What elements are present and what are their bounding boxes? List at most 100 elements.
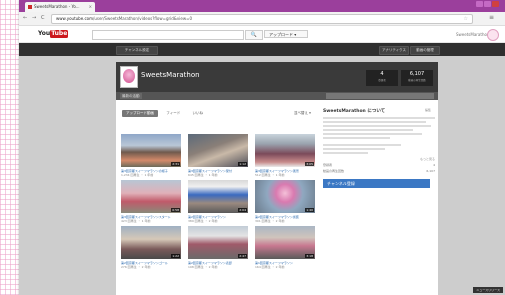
video-thumbnail[interactable]: 2:31 xyxy=(121,134,181,167)
url-field[interactable]: www.youtube.com/user/SweetsMarathon/vide… xyxy=(51,14,473,24)
video-meta: 164 回再生 ・ 2 年前 xyxy=(255,265,285,269)
video-meta: 512 回再生 ・ 1 年前 xyxy=(255,173,285,177)
video-meta: 645 回再生 ・ 1 年前 xyxy=(188,173,218,177)
video-meta: 389 回再生 ・ 2 年前 xyxy=(188,219,218,223)
video-item[interactable]: 2:31 第3回京都スイーツマラソンの様子 1,234 回再生 ・ 1 年前 xyxy=(121,134,181,177)
subscriber-stat: 4 登録者 xyxy=(366,70,398,86)
duration-badge: 0:58 xyxy=(171,208,180,212)
video-thumbnail[interactable]: 2:04 xyxy=(188,180,248,213)
channel-title: SweetsMarathon xyxy=(141,71,200,79)
logo-tube: Tube xyxy=(50,30,69,38)
channel-tabs: 最新の活動 xyxy=(116,92,438,100)
tab-title: SweetsMarathon - Yo... xyxy=(34,4,80,9)
tab-close-icon[interactable]: × xyxy=(89,4,92,9)
channel-icon[interactable] xyxy=(120,66,138,88)
duration-badge: 2:31 xyxy=(171,162,180,166)
minimize-button[interactable] xyxy=(476,1,483,7)
maximize-button[interactable] xyxy=(484,1,491,7)
url-host: www.youtube.com xyxy=(56,16,93,21)
duration-badge: 1:12 xyxy=(238,162,247,166)
video-thumbnail[interactable]: 0:58 xyxy=(121,180,181,213)
tab-activity[interactable]: 最新の活動 xyxy=(120,93,142,99)
channel-search-input[interactable] xyxy=(326,93,434,99)
video-meta: 276 回再生 ・ 2 年前 xyxy=(121,265,151,269)
back-icon[interactable]: ← xyxy=(23,15,27,21)
stat-value: 4 xyxy=(433,163,435,167)
views-stat: 6,107 動画の再生回数 xyxy=(401,70,433,86)
video-meta: 301 回再生 ・ 2 年前 xyxy=(255,219,285,223)
channel-header: SweetsMarathon 4 登録者 6,107 動画の再生回数 xyxy=(116,62,438,92)
reload-icon[interactable]: C xyxy=(41,15,45,21)
search-icon: 🔍 xyxy=(250,32,258,38)
video-thumbnail[interactable]: 1:22 xyxy=(121,226,181,259)
video-item[interactable]: 2:04 第2回京都スイーツマラソン 389 回再生 ・ 2 年前 xyxy=(188,180,248,223)
video-item[interactable]: 1:12 第3回京都スイーツマラソン受付 645 回再生 ・ 1 年前 xyxy=(188,134,248,177)
video-item[interactable]: 3:05 第3回京都スイーツマラソン風景 512 回再生 ・ 1 年前 xyxy=(255,134,315,177)
video-meta: 1,234 回再生 ・ 1 年前 xyxy=(121,173,154,177)
tab-uploads[interactable]: アップロード動画 xyxy=(122,110,158,117)
duration-badge: 2:47 xyxy=(238,254,247,258)
tab-bar: SweetsMarathon - Yo... × xyxy=(19,0,505,12)
youtube-logo[interactable]: YouTube xyxy=(38,30,69,38)
window-controls xyxy=(475,1,501,9)
channel-settings-button[interactable]: チャンネル設定 xyxy=(116,46,158,55)
favicon-icon xyxy=(28,5,32,9)
edit-link[interactable]: 編集 xyxy=(425,108,431,112)
browser-window: SweetsMarathon - Yo... × ← → C www.youtu… xyxy=(19,0,505,295)
browser-tab[interactable]: SweetsMarathon - Yo... × xyxy=(25,2,95,12)
stat-row: 動画の再生回数 6,107 xyxy=(323,169,435,173)
tab-feed[interactable]: フィード xyxy=(162,110,184,117)
video-meta: 198 回再生 ・ 2 年前 xyxy=(188,265,218,269)
video-manager-button[interactable]: 動画の管理 xyxy=(410,46,440,55)
search-button[interactable]: 🔍 xyxy=(245,30,263,40)
video-thumbnail[interactable]: 3:18 xyxy=(255,226,315,259)
stat-value: 6,107 xyxy=(409,71,425,77)
address-bar-row: ← → C www.youtube.com/user/SweetsMaratho… xyxy=(19,12,505,26)
wrench-icon[interactable]: ≡ xyxy=(489,14,494,21)
stat-row: 登録者 4 xyxy=(323,163,435,167)
video-item[interactable]: 0:58 第3回京都スイーツマラソンスタート 423 回再生 ・ 1 年前 xyxy=(121,180,181,223)
duration-badge: 3:05 xyxy=(305,162,314,166)
avatar[interactable] xyxy=(487,29,499,41)
analytics-button[interactable]: アナリティクス xyxy=(379,46,409,55)
video-item[interactable]: 1:22 第2回京都スイーツマラソンゴール 276 回再生 ・ 2 年前 xyxy=(121,226,181,269)
video-item[interactable]: 1:40 第2回京都スイーツマラソン仮装 301 回再生 ・ 2 年前 xyxy=(255,180,315,223)
tab-likes[interactable]: いいね xyxy=(189,110,208,117)
duration-badge: 3:18 xyxy=(305,254,314,258)
youtube-masthead: YouTube 🔍 アップロード ▾ SweetsMarathon xyxy=(19,26,505,43)
video-item[interactable]: 2:47 第2回京都スイーツマラソン表彰 198 回再生 ・ 2 年前 xyxy=(188,226,248,269)
account-name[interactable]: SweetsMarathon xyxy=(456,32,489,37)
video-thumbnail[interactable]: 2:47 xyxy=(188,226,248,259)
page-background: SweetsMarathon 4 登録者 6,107 動画の再生回数 最新の活動… xyxy=(19,56,505,295)
video-thumbnail[interactable]: 1:12 xyxy=(188,134,248,167)
stat-value: 6,107 xyxy=(426,169,435,173)
stat-value: 4 xyxy=(380,71,384,77)
channel-logo-icon xyxy=(123,69,135,83)
stat-key: 登録者 xyxy=(323,163,333,167)
more-link[interactable]: もっと見る xyxy=(323,157,435,161)
video-thumbnail[interactable]: 3:05 xyxy=(255,134,315,167)
url-path: /user/SweetsMarathon/videos?flow=grid&vi… xyxy=(93,16,193,21)
sort-dropdown[interactable]: 並べ替え ▾ xyxy=(294,111,311,116)
about-panel: SweetsMarathon について 編集 もっと見る 登録者 4 動画の再生回… xyxy=(323,108,435,188)
duration-badge: 2:04 xyxy=(238,208,247,212)
stat-label: 登録者 xyxy=(378,79,386,82)
video-tabs: アップロード動画 フィード いいね xyxy=(122,110,210,118)
about-description xyxy=(323,117,435,154)
stat-key: 動画の再生回数 xyxy=(323,169,345,173)
forward-icon[interactable]: → xyxy=(32,15,36,21)
channel-page: SweetsMarathon 4 登録者 6,107 動画の再生回数 最新の活動… xyxy=(116,62,438,295)
close-window-button[interactable] xyxy=(492,1,499,7)
video-thumbnail[interactable]: 1:40 xyxy=(255,180,315,213)
search-input[interactable] xyxy=(92,30,244,40)
bookmark-star-icon[interactable]: ☆ xyxy=(464,16,468,22)
channel-toolbar: チャンネル設定 アナリティクス 動画の管理 xyxy=(19,43,505,56)
subscribe-button[interactable]: チャンネル登録 xyxy=(323,179,430,188)
upload-button[interactable]: アップロード ▾ xyxy=(264,30,308,38)
about-title: SweetsMarathon について xyxy=(323,109,386,114)
logo-you: You xyxy=(38,30,51,37)
video-item[interactable]: 3:18 第1回京都スイーツマラソン 164 回再生 ・ 2 年前 xyxy=(255,226,315,269)
video-meta: 423 回再生 ・ 1 年前 xyxy=(121,219,151,223)
corner-caption: ニュースリリース xyxy=(473,287,503,293)
stat-label: 動画の再生回数 xyxy=(408,79,426,82)
